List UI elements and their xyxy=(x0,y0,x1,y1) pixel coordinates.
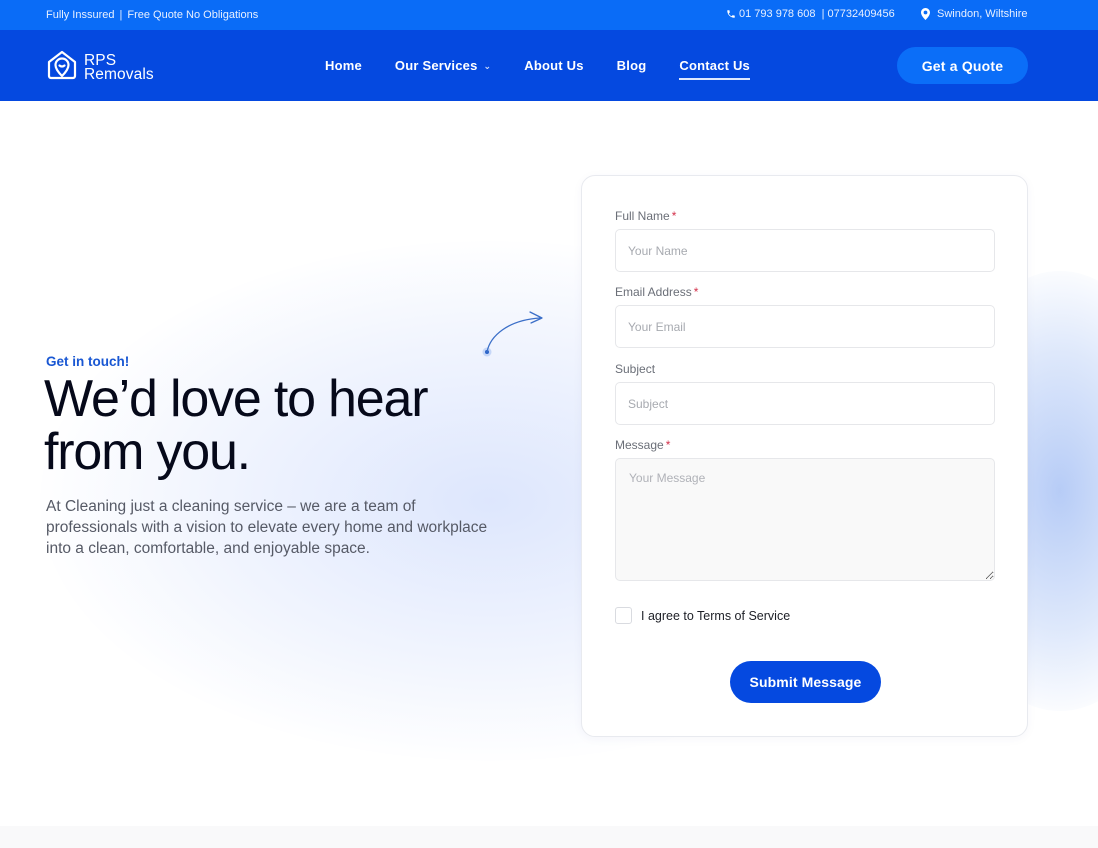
map-pin-icon xyxy=(921,8,930,20)
full-name-input[interactable] xyxy=(615,229,995,272)
phone-contact[interactable]: 01 793 978 608 | 07732409456 xyxy=(726,8,895,20)
headline-line-2: from you. xyxy=(44,423,251,481)
nav-contact-us-label: Contact Us xyxy=(679,58,750,73)
nav-about-us-label: About Us xyxy=(524,58,584,73)
nav-blog-label: Blog xyxy=(616,58,647,73)
main-nav: Home Our Services ⌄ About Us Blog Contact… xyxy=(325,30,783,101)
get-a-quote-button[interactable]: Get a Quote xyxy=(897,47,1028,84)
required-marker: * xyxy=(693,285,699,299)
nav-contact-us[interactable]: Contact Us xyxy=(679,58,750,80)
footer-strip xyxy=(0,826,1098,848)
terms-row: I agree to Terms of Service xyxy=(615,607,790,624)
terms-checkbox[interactable] xyxy=(615,607,632,624)
message-textarea[interactable] xyxy=(615,458,995,581)
top-info-bar: Fully Inssured | Free Quote No Obligations… xyxy=(0,0,1098,30)
headline-line-1: We’d love to hear xyxy=(44,370,429,428)
nav-our-services[interactable]: Our Services ⌄ xyxy=(395,58,491,73)
subject-input[interactable] xyxy=(615,382,995,425)
location-info: Swindon, Wiltshire xyxy=(921,8,1027,20)
nav-home-label: Home xyxy=(325,58,362,73)
page-title: We’d love to hear from you. xyxy=(44,373,564,479)
phone-numbers: 01 793 978 608 | 07732409456 xyxy=(739,8,895,20)
house-pin-logo-icon xyxy=(46,49,78,86)
phone-icon xyxy=(726,9,736,19)
insured-text: Fully Inssured xyxy=(46,9,115,21)
logo-text: RPS Removals xyxy=(84,52,154,83)
terms-label[interactable]: I agree to Terms of Service xyxy=(641,609,790,623)
email-label: Email Address * xyxy=(615,285,698,299)
required-marker: * xyxy=(665,438,671,452)
subject-label: Subject xyxy=(615,362,656,376)
contact-form: Full Name* Email Address* Subject Messag… xyxy=(581,175,1028,737)
logo-line-2: Removals xyxy=(84,65,154,83)
message-label-text: Message xyxy=(615,438,664,452)
curved-arrow-icon xyxy=(478,306,550,363)
nav-about-us[interactable]: About Us xyxy=(524,58,583,73)
location-text: Swindon, Wiltshire xyxy=(937,8,1028,20)
submit-message-button[interactable]: Submit Message xyxy=(730,661,881,703)
nav-our-services-label: Our Services xyxy=(394,58,478,73)
nav-blog[interactable]: Blog xyxy=(617,58,647,73)
intro-paragraph: At Cleaning just a cleaning service – we… xyxy=(46,498,488,557)
chevron-down-icon: ⌄ xyxy=(483,61,492,71)
nav-home[interactable]: Home xyxy=(325,58,362,73)
free-quote-text: Free Quote No Obligations xyxy=(127,9,259,21)
top-bar-taglines: Fully Inssured | Free Quote No Obligations xyxy=(46,9,258,21)
full-name-label-text: Full Name xyxy=(615,209,670,223)
email-label-text: Email Address xyxy=(615,285,692,299)
full-name-label: Full Name * xyxy=(615,209,676,223)
main-header: RPS Removals Home Our Services ⌄ About Us… xyxy=(0,30,1098,101)
eyebrow-text: Get in touch! xyxy=(46,354,130,369)
logo[interactable]: RPS Removals xyxy=(46,49,154,86)
separator: | xyxy=(119,9,123,21)
email-input[interactable] xyxy=(615,305,995,348)
required-marker: * xyxy=(671,209,677,223)
message-label: Message * xyxy=(615,438,670,452)
contact-section: Get in touch! We’d love to hear from you… xyxy=(0,101,1098,826)
